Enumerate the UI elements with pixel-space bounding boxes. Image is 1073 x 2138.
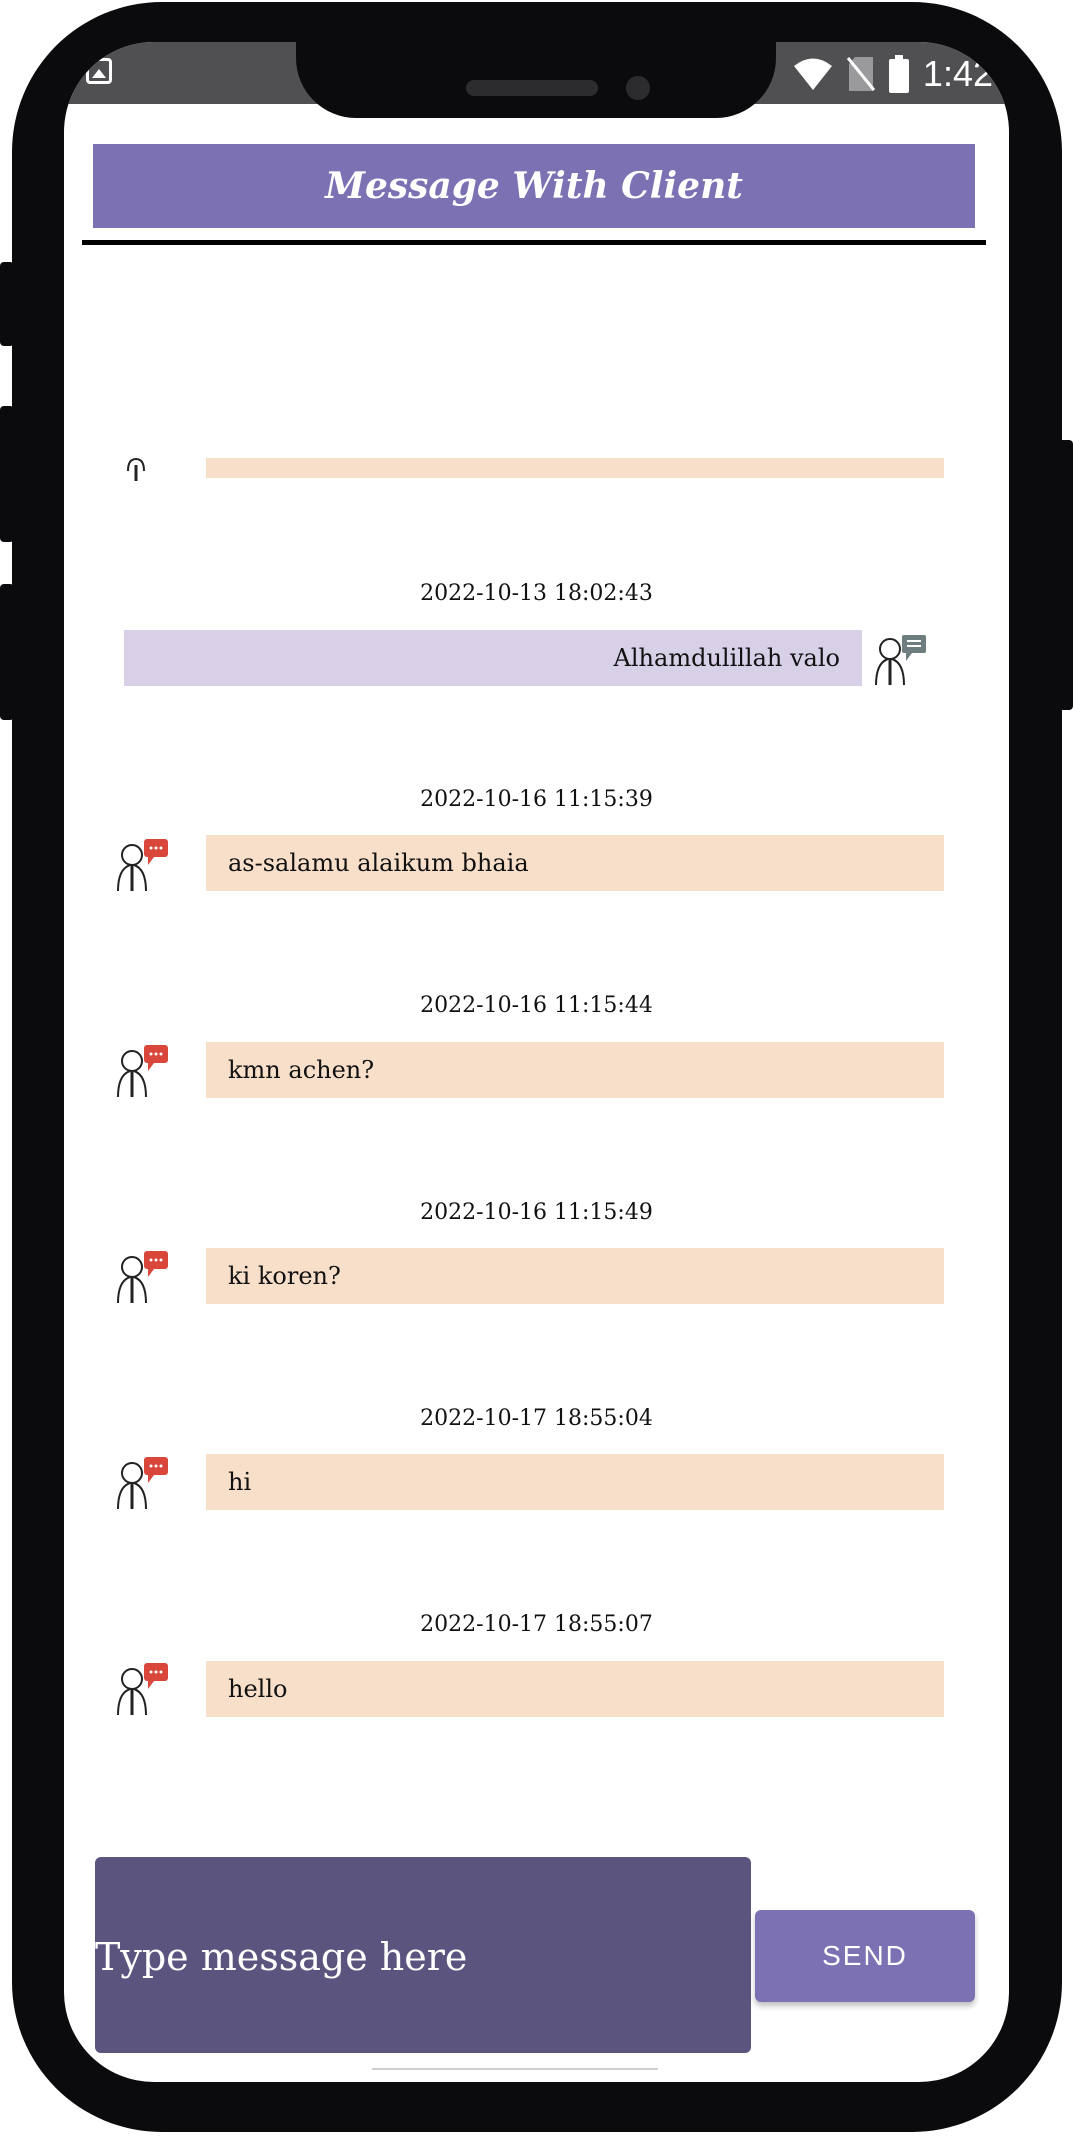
earpiece-speaker bbox=[466, 80, 598, 96]
message-list[interactable]: 2022-10-13 18:02:43 Alhamdulillah valo 2… bbox=[64, 245, 1009, 1845]
message-bubble-incoming: ki koren? bbox=[206, 1248, 944, 1304]
message-bubble-outgoing: Alhamdulillah valo bbox=[124, 630, 862, 686]
message-bubble-incoming: kmn achen? bbox=[206, 1042, 944, 1098]
message-input[interactable]: Type message here bbox=[95, 1857, 751, 2053]
message-text: ki koren? bbox=[228, 1262, 341, 1290]
battery-icon bbox=[888, 55, 909, 93]
wifi-icon bbox=[793, 58, 832, 90]
phone-screen: 1:42 Message With Client 2022-10-13 18:0… bbox=[64, 42, 1009, 2082]
message-timestamp: 2022-10-16 11:15:39 bbox=[420, 787, 653, 812]
home-indicator[interactable] bbox=[372, 2068, 658, 2070]
no-sim-icon bbox=[846, 57, 875, 91]
message-text: hi bbox=[228, 1468, 252, 1496]
phone-button-volume-up bbox=[0, 406, 14, 542]
incoming-avatar-icon bbox=[117, 1663, 168, 1716]
phone-button-silent bbox=[0, 262, 14, 346]
message-text: as-salamu alaikum bhaia bbox=[228, 849, 529, 877]
message-timestamp: 2022-10-13 18:02:43 bbox=[420, 581, 653, 606]
status-icons: 1:42 bbox=[793, 52, 993, 96]
message-timestamp: 2022-10-16 11:15:49 bbox=[420, 1200, 653, 1225]
message-bubble-incoming: hello bbox=[206, 1661, 944, 1717]
front-camera bbox=[626, 76, 650, 100]
incoming-avatar-icon bbox=[117, 1045, 168, 1098]
message-timestamp: 2022-10-16 11:15:44 bbox=[420, 993, 653, 1018]
phone-button-power bbox=[1058, 440, 1073, 710]
message-input-placeholder: Type message here bbox=[95, 1935, 468, 1979]
camera-notch bbox=[296, 42, 776, 118]
send-button[interactable]: SEND bbox=[755, 1910, 975, 2002]
incoming-avatar-icon bbox=[117, 839, 168, 892]
page-title: Message With Client bbox=[325, 165, 743, 207]
message-text: Alhamdulillah valo bbox=[613, 644, 840, 672]
app-header: Message With Client bbox=[93, 144, 975, 228]
message-text: kmn achen? bbox=[228, 1056, 375, 1084]
gallery-notification-icon bbox=[86, 58, 112, 84]
message-timestamp: 2022-10-17 18:55:07 bbox=[420, 1612, 653, 1637]
message-text: hello bbox=[228, 1675, 288, 1703]
incoming-avatar-icon bbox=[127, 457, 145, 481]
message-bubble-incoming: as-salamu alaikum bhaia bbox=[206, 835, 944, 891]
incoming-avatar-icon bbox=[117, 1251, 168, 1304]
incoming-avatar-icon bbox=[117, 1457, 168, 1510]
phone-button-volume-down bbox=[0, 584, 14, 720]
message-bubble-incoming: hi bbox=[206, 1454, 944, 1510]
message-bubble-incoming bbox=[206, 458, 944, 478]
status-time: 1:42 bbox=[922, 53, 993, 94]
message-timestamp: 2022-10-17 18:55:04 bbox=[420, 1406, 653, 1431]
outgoing-avatar-icon bbox=[875, 635, 926, 686]
